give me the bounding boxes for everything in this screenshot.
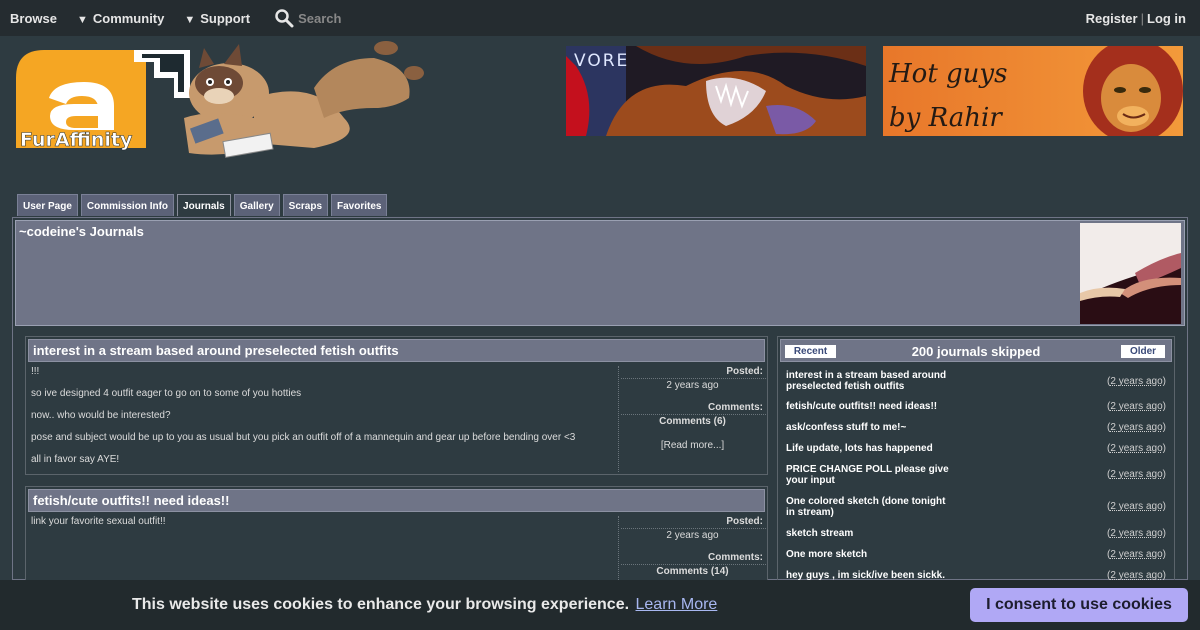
avatar[interactable] xyxy=(1080,223,1181,324)
list-item-date: (2 years ago) xyxy=(1107,422,1166,433)
comments-label: Comments: xyxy=(621,552,766,565)
banner-vore[interactable]: VORE xyxy=(566,46,866,136)
consent-button[interactable]: I consent to use cookies xyxy=(970,588,1188,622)
journal-entry: fetish/cute outfits!! need ideas!! link … xyxy=(25,486,768,586)
list-item[interactable]: ask/confess stuff to me!~ (2 years ago) xyxy=(780,417,1172,438)
journal-title[interactable]: interest in a stream based around presel… xyxy=(28,339,765,362)
list-item[interactable]: PRICE CHANGE POLL please give your input… xyxy=(780,459,1172,490)
journal-paragraph: pose and subject would be up to you as u… xyxy=(31,432,576,443)
nav-support[interactable]: ▼ Support xyxy=(184,11,250,26)
login-link[interactable]: Log in xyxy=(1147,11,1186,26)
read-more-link[interactable]: [Read more...] xyxy=(619,440,766,451)
posted-value: 2 years ago xyxy=(666,530,719,541)
comments-link[interactable]: Comments (14) xyxy=(619,565,766,579)
journal-list: interest in a stream based around presel… xyxy=(780,366,1172,586)
nav-browse[interactable]: Browse xyxy=(10,11,57,26)
journal-paragraph: so ive designed 4 outfit eager to go on … xyxy=(31,388,302,399)
list-item-date: (2 years ago) xyxy=(1107,375,1166,387)
banner-image: VORE xyxy=(566,46,866,136)
older-button[interactable]: Older xyxy=(1121,345,1165,358)
list-item[interactable]: One more sketch (2 years ago) xyxy=(780,544,1172,565)
tab-scraps[interactable]: Scraps xyxy=(282,194,329,216)
banner-rahir-line2: by Rahir xyxy=(889,103,1003,133)
nav-support-label: Support xyxy=(200,10,251,26)
comments-label: Comments: xyxy=(621,402,766,415)
recent-button[interactable]: Recent xyxy=(785,345,836,358)
search-box[interactable]: Search xyxy=(274,8,341,28)
mascot-illustration: FurAffinity xyxy=(16,41,424,158)
list-item[interactable]: fetish/cute outfits!! need ideas!! (2 yea… xyxy=(780,396,1172,417)
comments-link[interactable]: Comments (6) xyxy=(619,415,766,429)
cookie-message: This website uses cookies to enhance you… xyxy=(132,596,717,614)
register-link[interactable]: Register xyxy=(1086,11,1138,26)
logo-text: FurAffinity xyxy=(20,129,133,151)
journal-paragraph: all in favor say AYE! xyxy=(31,454,120,465)
list-item-title[interactable]: ask/confess stuff to me!~ xyxy=(786,422,956,433)
cookie-text: This website uses cookies to enhance you… xyxy=(132,596,630,613)
list-item-date: (2 years ago) xyxy=(1107,528,1166,539)
banner-vore-text: VORE xyxy=(574,51,629,71)
list-item-title[interactable]: One more sketch xyxy=(786,549,956,560)
journal-paragraph: link your favorite sexual outfit!! xyxy=(31,516,166,527)
list-item-title[interactable]: Life update, lots has happened xyxy=(786,443,956,454)
list-item-title[interactable]: sketch stream xyxy=(786,528,956,539)
list-item-date: (2 years ago) xyxy=(1107,549,1166,560)
list-item[interactable]: One colored sketch (done tonight in stre… xyxy=(780,490,1172,523)
profile-tabs: User Page Commission Info Journals Galle… xyxy=(17,194,390,216)
list-item-date: (2 years ago) xyxy=(1107,443,1166,454)
list-item[interactable]: Life update, lots has happened (2 years a… xyxy=(780,438,1172,459)
caret-down-icon: ▼ xyxy=(184,13,196,26)
tab-commission-info[interactable]: Commission Info xyxy=(80,194,175,216)
banner-rahir[interactable]: Hot guys by Rahir xyxy=(883,46,1183,136)
journal-meta: Posted: 2 years ago Comments: Comments (… xyxy=(618,516,766,586)
journal-title[interactable]: fetish/cute outfits!! need ideas!! xyxy=(28,489,765,512)
list-item[interactable]: interest in a stream based around presel… xyxy=(780,366,1172,396)
posted-label: Posted: xyxy=(621,516,766,529)
list-item-title[interactable]: interest in a stream based around presel… xyxy=(786,370,956,392)
posted-label: Posted: xyxy=(621,366,766,379)
tab-gallery[interactable]: Gallery xyxy=(233,194,280,216)
profile-header: ~codeine's Journals xyxy=(15,220,1185,326)
tab-favorites[interactable]: Favorites xyxy=(331,194,388,216)
tab-journals[interactable]: Journals xyxy=(177,194,231,216)
list-item-title[interactable]: PRICE CHANGE POLL please give your input xyxy=(786,464,956,486)
top-navbar: Browse ▼ Community ▼ Support Search Regist… xyxy=(0,0,1200,36)
page-title: ~codeine's Journals xyxy=(19,224,144,239)
journal-paragraph: !!! xyxy=(31,366,40,377)
list-item-date: (2 years ago) xyxy=(1107,401,1166,412)
posted-value: 2 years ago xyxy=(666,380,719,391)
nav-community[interactable]: ▼ Community xyxy=(77,11,164,26)
banner-image: Hot guys by Rahir xyxy=(883,46,1183,136)
avatar-image xyxy=(1080,223,1181,324)
journal-meta: Posted: 2 years ago Comments: Comments (… xyxy=(618,366,766,472)
list-item-date: (2 years ago) xyxy=(1107,501,1166,512)
skipped-caption: 200 journals skipped xyxy=(911,344,1041,359)
site-logo[interactable]: FurAffinity xyxy=(14,38,424,163)
search-placeholder[interactable]: Search xyxy=(298,11,341,26)
journal-paragraph: now.. who would be interested? xyxy=(31,410,171,421)
auth-separator: | xyxy=(1140,11,1144,26)
list-item-title[interactable]: fetish/cute outfits!! need ideas!! xyxy=(786,401,956,412)
learn-more-link[interactable]: Learn More xyxy=(636,596,718,613)
list-item-title[interactable]: One colored sketch (done tonight in stre… xyxy=(786,496,956,518)
journal-list-header: 200 journals skipped Recent Older xyxy=(780,339,1172,362)
caret-down-icon: ▼ xyxy=(76,13,88,26)
journal-body: !!! so ive designed 4 outfit eager to go… xyxy=(31,367,611,477)
list-item-date: (2 years ago) xyxy=(1107,469,1166,480)
nav-community-label: Community xyxy=(92,10,165,26)
list-item[interactable]: sketch stream (2 years ago) xyxy=(780,523,1172,544)
banner-rahir-line1: Hot guys xyxy=(888,59,1007,89)
journal-body: link your favorite sexual outfit!! xyxy=(31,517,611,539)
auth-links: Register | Log in xyxy=(1086,11,1186,26)
tab-user-page[interactable]: User Page xyxy=(17,194,78,216)
search-icon xyxy=(275,9,294,28)
journal-list-panel: 200 journals skipped Recent Older intere… xyxy=(777,336,1175,586)
journal-entry: interest in a stream based around presel… xyxy=(25,336,768,475)
